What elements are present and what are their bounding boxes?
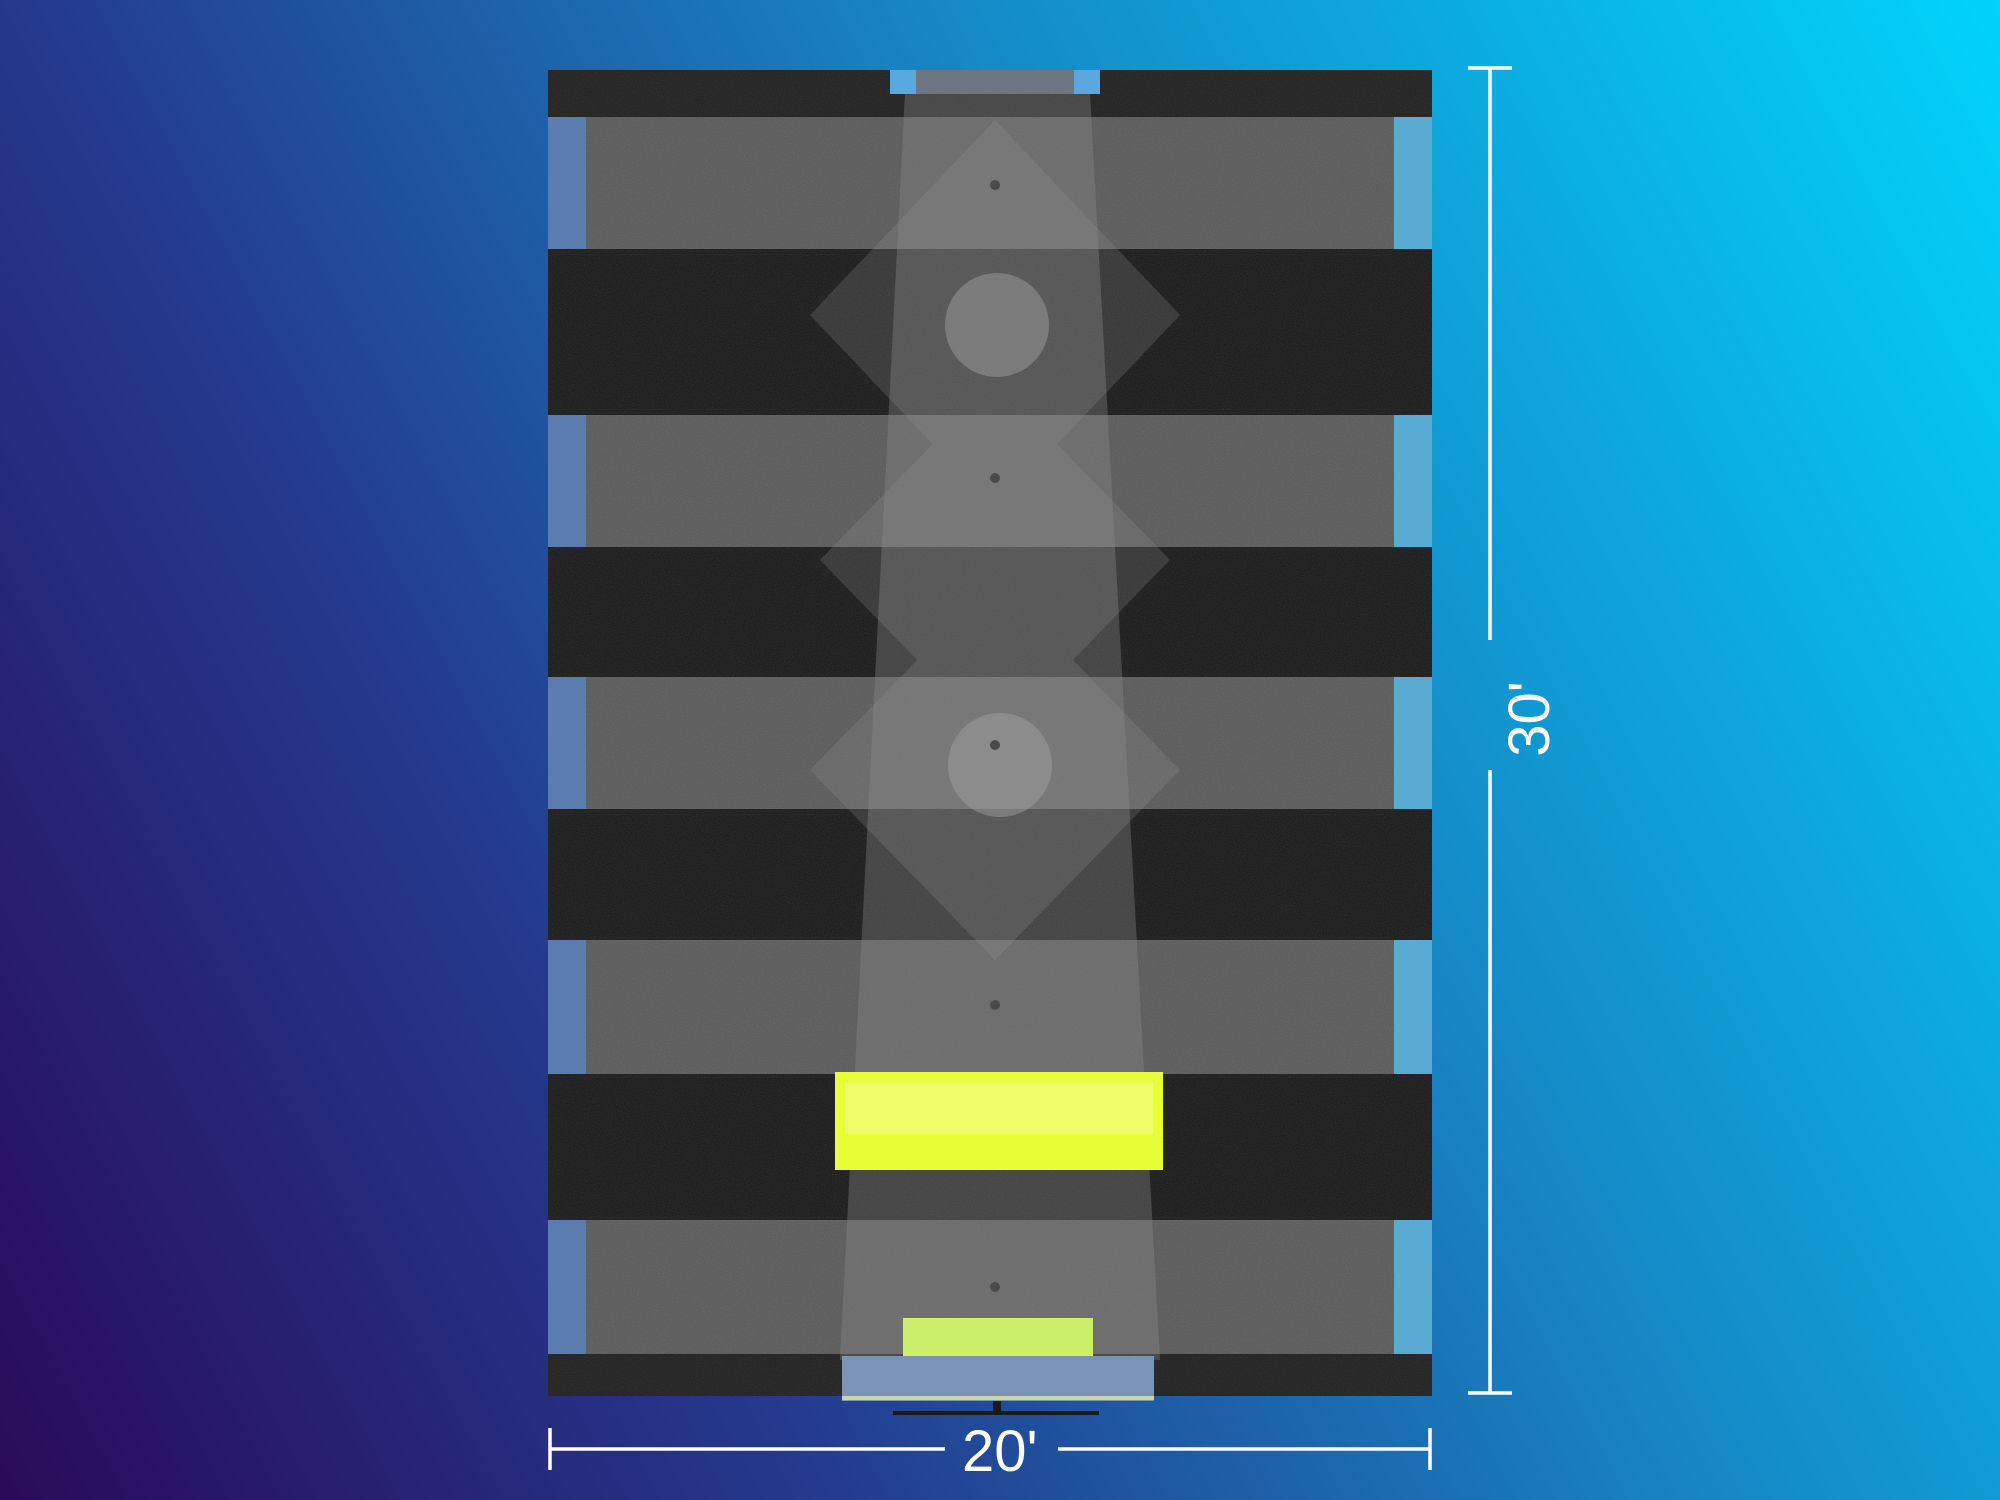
fixture-dot xyxy=(990,180,1000,190)
top-opening-light-left xyxy=(890,70,916,94)
side-light-right xyxy=(1394,1220,1432,1354)
side-light-left xyxy=(548,677,586,809)
side-light-right xyxy=(1394,415,1432,547)
front-platform xyxy=(842,1356,1154,1401)
length-dimension-label: 30' xyxy=(1497,681,1562,757)
front-bar xyxy=(893,1411,1099,1415)
side-light-right xyxy=(1394,677,1432,809)
width-dimension-label: 20' xyxy=(962,1419,1038,1484)
fixture-dot xyxy=(990,740,1000,750)
small-light-box xyxy=(903,1318,1093,1356)
side-light-left xyxy=(548,1220,586,1354)
fixture-dot xyxy=(990,1282,1000,1292)
spot-circle xyxy=(945,273,1049,377)
side-light-right xyxy=(1394,940,1432,1074)
side-light-left xyxy=(548,117,586,249)
front-platform-edge xyxy=(842,1396,1154,1400)
stage-floor-plan xyxy=(548,66,1512,1470)
front-bar-post xyxy=(993,1401,1001,1411)
side-light-right xyxy=(1394,117,1432,249)
spot-circle xyxy=(948,713,1052,817)
side-light-left xyxy=(548,415,586,547)
side-light-left xyxy=(548,940,586,1074)
fixture-dot xyxy=(990,1000,1000,1010)
top-opening xyxy=(890,70,1100,94)
fixture-dot xyxy=(990,473,1000,483)
accent-light-box-highlight xyxy=(845,1082,1153,1134)
top-opening-light-right xyxy=(1074,70,1100,94)
